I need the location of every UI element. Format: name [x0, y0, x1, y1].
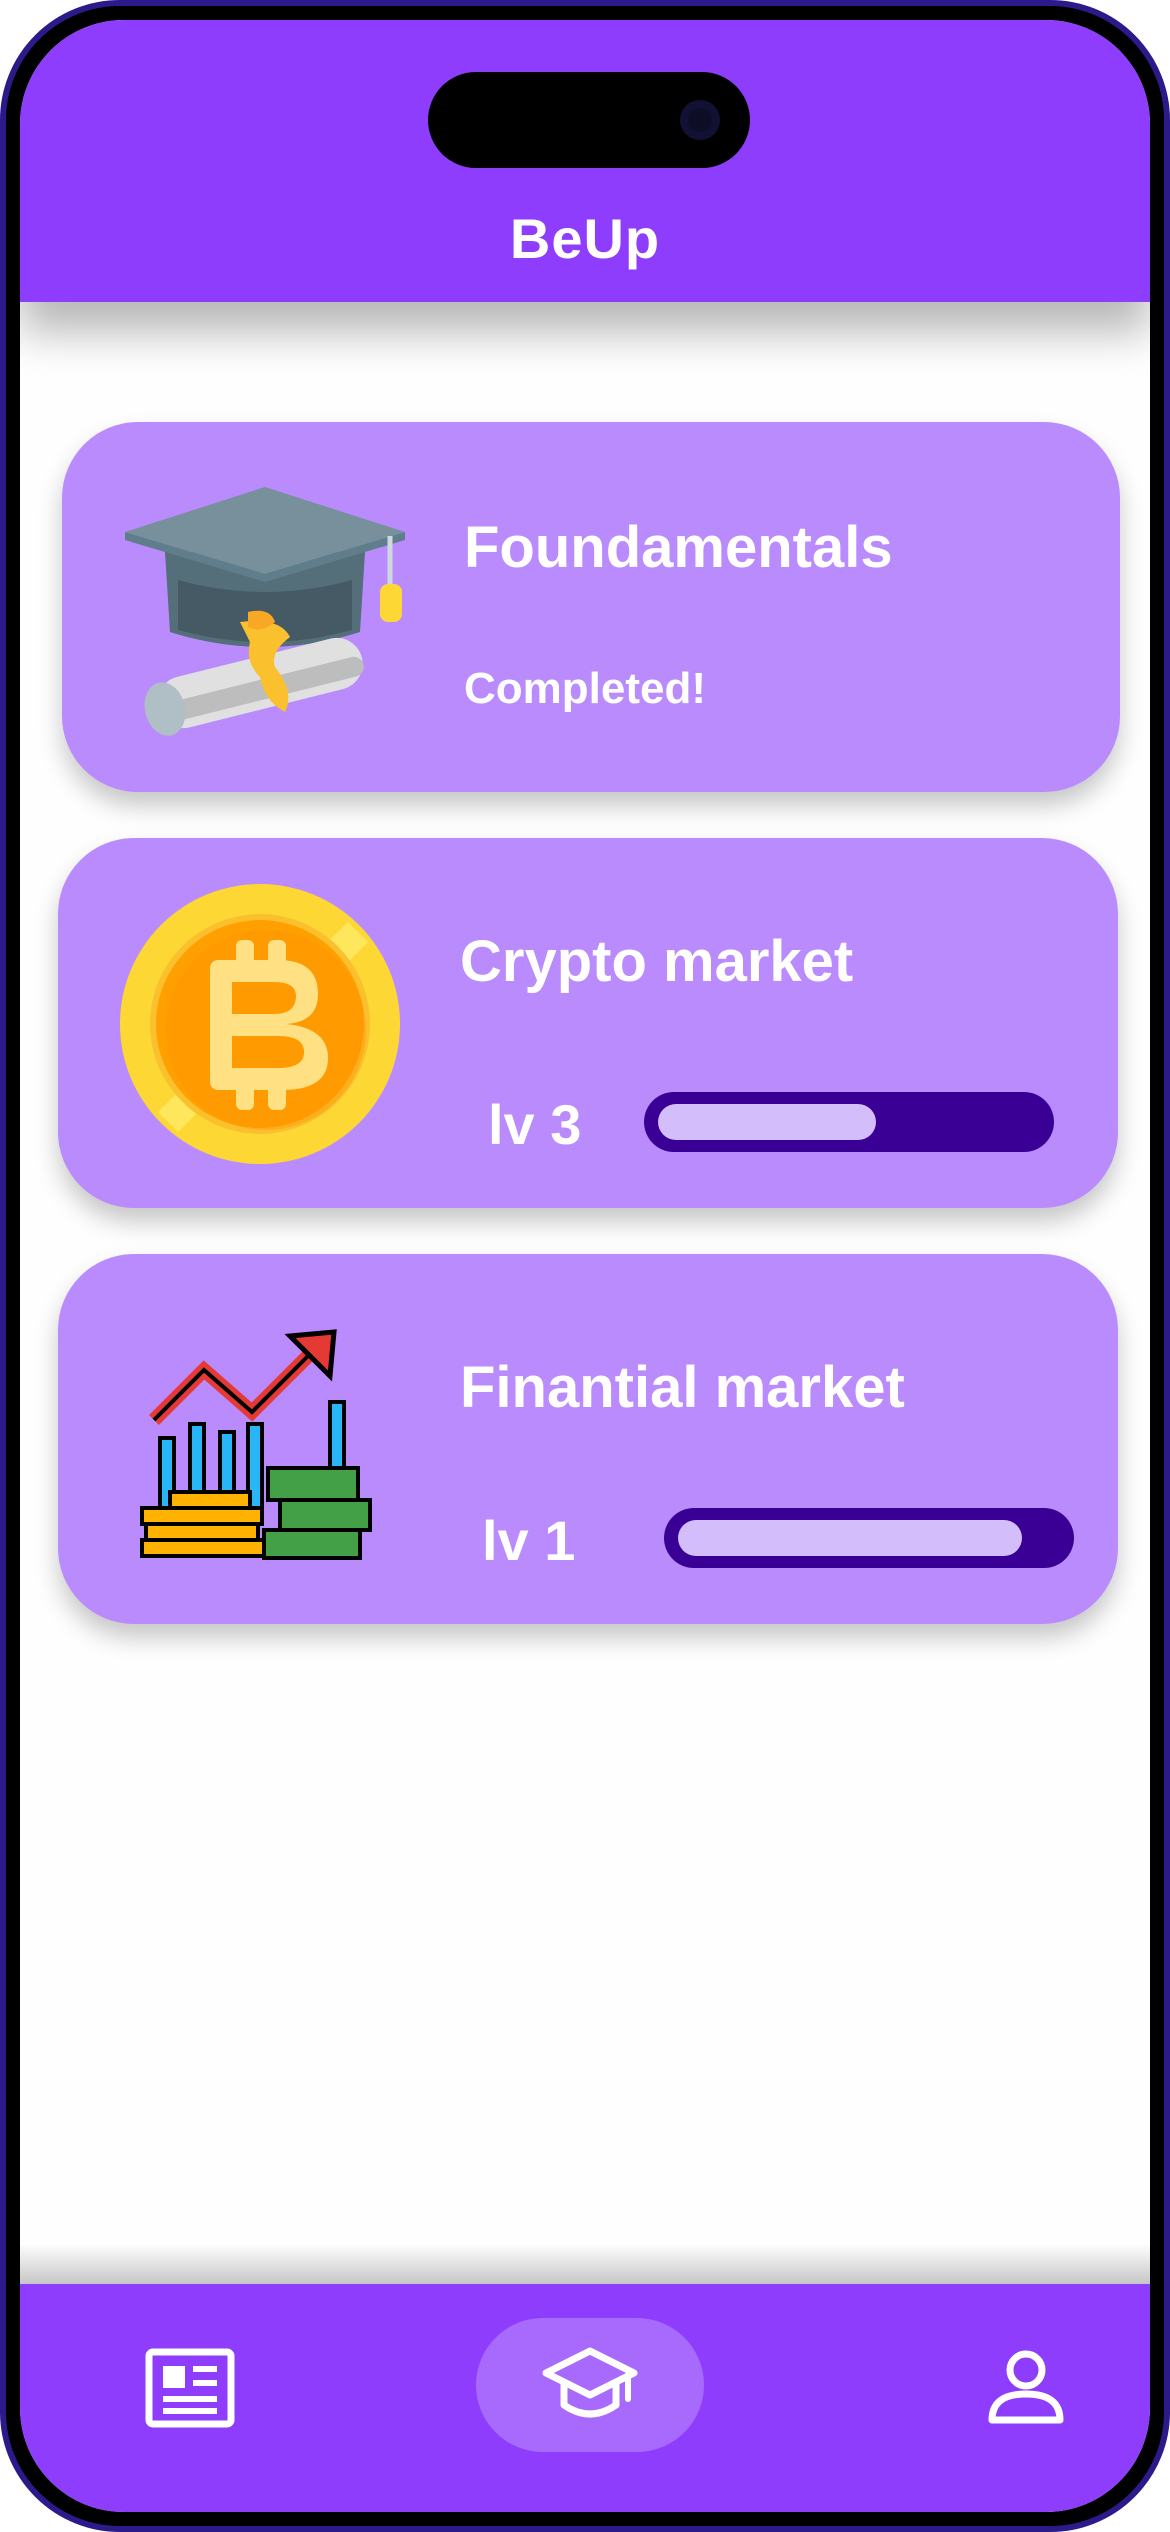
dynamic-island	[428, 72, 750, 168]
graduation-cap-icon	[542, 2347, 638, 2418]
course-card-foundamentals[interactable]: Foundamentals Completed!	[62, 422, 1120, 792]
course-title: Foundamentals	[464, 515, 893, 580]
camera-icon	[680, 100, 720, 140]
app-header: BeUp	[20, 20, 1150, 302]
nav-news-button[interactable]	[130, 2328, 250, 2448]
nav-learn-button[interactable]	[476, 2318, 704, 2452]
app-title: BeUp	[509, 207, 661, 270]
course-title: Finantial market	[460, 1355, 905, 1420]
news-icon	[145, 2348, 235, 2428]
nav-profile-button[interactable]	[966, 2328, 1086, 2448]
progress-bar-fill	[678, 1520, 1022, 1556]
bitcoin-coin-icon	[118, 882, 408, 1172]
progress-bar	[664, 1508, 1074, 1568]
course-card-crypto-market[interactable]: Crypto market lv 3	[58, 838, 1118, 1208]
bottom-nav	[20, 2284, 1150, 2512]
market-growth-money-icon	[140, 1328, 430, 1618]
course-level: lv 3	[488, 1093, 582, 1156]
course-list: Foundamentals Completed! Crypto market l…	[20, 302, 1150, 2284]
phone-frame: BeUp Foundamentals Completed! Crypto mar…	[0, 0, 1170, 2532]
profile-icon	[988, 2350, 1064, 2424]
nav-shadow	[20, 2244, 1150, 2284]
course-level: lv 1	[482, 1509, 576, 1572]
course-title: Crypto market	[460, 929, 854, 994]
course-status: Completed!	[464, 664, 706, 713]
screen: BeUp Foundamentals Completed! Crypto mar…	[20, 20, 1150, 2512]
course-card-finantial-market[interactable]: Finantial market lv 1	[58, 1254, 1118, 1624]
progress-bar-fill	[658, 1104, 876, 1140]
progress-bar	[644, 1092, 1054, 1152]
graduation-cap-diploma-icon	[120, 462, 410, 752]
